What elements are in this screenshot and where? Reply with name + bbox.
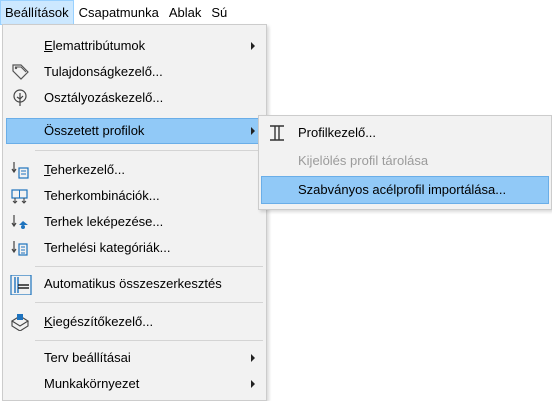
load-manager-icon xyxy=(10,161,30,179)
submenu-item-label: Kijelölés profil tárolása xyxy=(298,153,429,168)
load-category-icon xyxy=(10,239,30,257)
menu-item-automatikus-osszeszerkesztes[interactable]: Automatikus összeszerkesztés xyxy=(6,271,263,297)
menu-item-terhek-lekepezese[interactable]: Terhek leképezése... xyxy=(6,209,263,235)
profile-i-beam-icon xyxy=(267,124,287,142)
menu-separator xyxy=(35,150,263,151)
app-window: Beállítások Csapatmunka Ablak Sú Elematt… xyxy=(0,0,552,401)
menu-item-teherkezelo[interactable]: Teherkezelő... xyxy=(6,157,263,183)
menu-bar: Beállítások Csapatmunka Ablak Sú xyxy=(0,0,552,25)
menu-item-label: Tulajdonságkezelő... xyxy=(44,64,163,79)
menu-item-munkakornyezet[interactable]: Munkakörnyezet xyxy=(6,371,263,397)
menu-item-terhelesi-kategoriak[interactable]: Terhelési kategóriák... xyxy=(6,235,263,261)
menu-item-label: Terv beállításai xyxy=(44,350,131,365)
menu-item-tulajdonsagkezelo[interactable]: Tulajdonságkezelő... xyxy=(6,59,263,85)
add-on-icon xyxy=(10,313,30,332)
submenu-arrow-icon xyxy=(251,42,255,50)
menu-item-osztalyozaskezelo[interactable]: Osztályozáskezelő... xyxy=(6,85,263,111)
menu-item-label: Osztályozáskezelő... xyxy=(44,90,164,105)
menubar-item-csapatmunka[interactable]: Csapatmunka xyxy=(74,0,164,25)
settings-dropdown-menu: Elemattribútumok Tulajdonságkezelő... Os xyxy=(2,24,267,401)
menu-item-label: Elemattribútumok xyxy=(44,38,146,53)
submenu-item-label: Szabványos acélprofil importálása... xyxy=(298,182,507,197)
submenu-item-szabvanyos-acelprofil-importalasa[interactable]: Szabványos acélprofil importálása... xyxy=(261,176,549,204)
submenu-item-profilkezelo[interactable]: Profilkezelő... xyxy=(261,119,549,147)
menu-item-label: Terhelési kategóriák... xyxy=(44,240,171,255)
load-mapping-icon xyxy=(10,213,30,231)
menu-item-osszetett-profilok[interactable]: Összetett profilok xyxy=(6,118,263,144)
submenu-arrow-icon xyxy=(251,127,255,135)
menu-item-label: Kiegészítőkezelő... xyxy=(44,314,154,329)
menubar-item-ablak[interactable]: Ablak xyxy=(164,0,207,25)
auto-connect-icon xyxy=(10,274,32,296)
menubar-item-sugo[interactable]: Sú xyxy=(206,0,229,25)
load-combination-icon xyxy=(10,187,30,205)
menu-item-label: Teherkezelő... xyxy=(44,162,125,177)
menu-separator xyxy=(35,266,263,267)
composite-profiles-submenu: Profilkezelő... Kijelölés profil tárolás… xyxy=(258,115,552,210)
menu-item-label: Összetett profilok xyxy=(44,123,145,138)
menu-item-label: Automatikus összeszerkesztés xyxy=(44,276,222,291)
menu-item-label: Teherkombinációk... xyxy=(44,188,160,203)
menu-separator xyxy=(35,340,263,341)
menu-separator xyxy=(35,302,263,303)
menu-item-terv-beallitasai[interactable]: Terv beállításai xyxy=(6,345,263,371)
submenu-item-label: Profilkezelő... xyxy=(298,125,377,140)
menu-item-label: Munkakörnyezet xyxy=(44,376,140,391)
tag-icon xyxy=(10,63,30,81)
tree-icon xyxy=(10,89,30,107)
submenu-arrow-icon xyxy=(251,380,255,388)
menu-item-elemattributumok[interactable]: Elemattribútumok xyxy=(6,33,263,59)
menu-item-kiegeszitokezelo[interactable]: Kiegészítőkezelő... xyxy=(6,309,263,335)
menu-item-label: Terhek leképezése... xyxy=(44,214,164,229)
menubar-item-beallitasok[interactable]: Beállítások xyxy=(0,0,74,25)
submenu-item-kijeloles-profil-tarolasa: Kijelölés profil tárolása xyxy=(261,147,549,175)
submenu-arrow-icon xyxy=(251,354,255,362)
menu-item-teherkombinaciok[interactable]: Teherkombinációk... xyxy=(6,183,263,209)
